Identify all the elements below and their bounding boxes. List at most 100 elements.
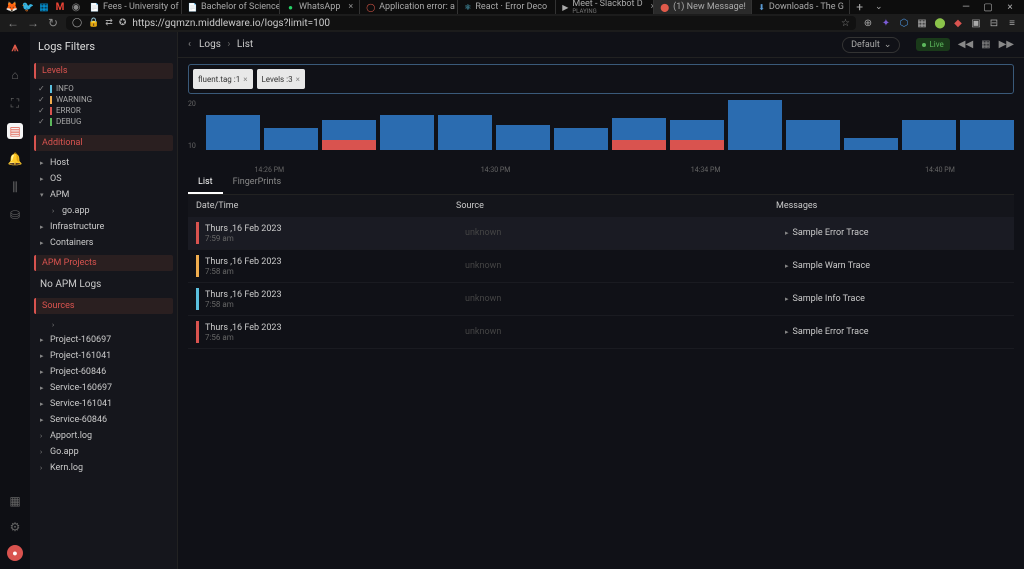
- td-message[interactable]: ▸Sample Error Trace: [785, 228, 869, 238]
- ext5-icon[interactable]: ⬤: [934, 17, 946, 29]
- source-item[interactable]: ▸Project-161041: [34, 348, 173, 364]
- section-additional[interactable]: Additional: [34, 135, 173, 151]
- grid-icon[interactable]: ▦: [7, 493, 23, 509]
- bar-group[interactable]: [438, 115, 492, 150]
- source-item[interactable]: ▸Project-60846: [34, 364, 173, 380]
- tree-item-os[interactable]: ▸OS: [34, 171, 173, 187]
- bar-group[interactable]: [960, 120, 1014, 150]
- nav-reload-icon[interactable]: ↻: [46, 16, 60, 30]
- forward-icon[interactable]: ▶▶: [999, 39, 1014, 50]
- section-levels[interactable]: Levels: [34, 63, 173, 79]
- source-item[interactable]: ▸Service-161041: [34, 396, 173, 412]
- gear-icon[interactable]: ⚙: [7, 519, 23, 535]
- logo-icon[interactable]: ⩚: [12, 40, 19, 55]
- minimize-icon[interactable]: —: [958, 2, 974, 13]
- default-dropdown[interactable]: Default⌄: [842, 37, 900, 53]
- bookmark-icon[interactable]: ☆: [841, 18, 850, 29]
- expand-icon[interactable]: ▸: [785, 262, 789, 270]
- level-item-warning[interactable]: ✓WARNING: [38, 94, 169, 105]
- tab-overflow-icon[interactable]: ⌄: [869, 2, 889, 12]
- avatar[interactable]: ●: [7, 545, 23, 561]
- expand-icon[interactable]: ▸: [785, 295, 789, 303]
- twitter-icon[interactable]: 🐦: [21, 0, 35, 14]
- bar-group[interactable]: [670, 120, 724, 150]
- url-field[interactable]: ◯ 🔒 ⇄ ✪ https://gqmzn.middleware.io/logs…: [66, 16, 856, 30]
- menu-icon[interactable]: ≡: [1006, 17, 1018, 29]
- table-row[interactable]: Thurs ,16 Feb 20237:56 amunknown▸Sample …: [188, 316, 1014, 349]
- level-item-error[interactable]: ✓ERROR: [38, 105, 169, 116]
- ext7-icon[interactable]: ▣: [970, 17, 982, 29]
- tab-list[interactable]: List: [188, 172, 223, 194]
- maximize-icon[interactable]: ▢: [980, 2, 996, 13]
- source-item[interactable]: ▸Service-60846: [34, 412, 173, 428]
- source-item[interactable]: ▸Service-160697: [34, 380, 173, 396]
- chip-remove-icon[interactable]: ×: [296, 75, 300, 84]
- filter-chip[interactable]: fluent.tag :1×: [193, 69, 253, 89]
- bar-group[interactable]: [612, 118, 666, 151]
- bar-group[interactable]: [206, 115, 260, 150]
- library-icon[interactable]: ⊟: [988, 17, 1000, 29]
- table-row[interactable]: Thurs ,16 Feb 20237:58 amunknown▸Sample …: [188, 250, 1014, 283]
- bar-group[interactable]: [786, 120, 840, 150]
- th-messages[interactable]: Messages: [776, 201, 817, 211]
- gmail-icon[interactable]: M: [53, 0, 67, 14]
- tree-item-infra[interactable]: ▸Infrastructure: [34, 219, 173, 235]
- nav-fwd-icon[interactable]: →: [26, 16, 40, 30]
- th-date[interactable]: Date/Time: [196, 201, 456, 211]
- browser-tab[interactable]: ▶Meet - Slackbot DPLAYING×: [556, 0, 654, 14]
- tree-item-host[interactable]: ▸Host: [34, 155, 173, 171]
- browser-tab[interactable]: ⚛React · Error Deco×: [458, 0, 556, 14]
- ext2-icon[interactable]: ✦: [880, 17, 892, 29]
- section-sources[interactable]: Sources: [34, 298, 173, 314]
- bar-group[interactable]: [264, 128, 318, 151]
- bell-icon[interactable]: 🔔: [7, 151, 23, 167]
- browser-tab[interactable]: ●WhatsApp×: [280, 0, 360, 14]
- source-item[interactable]: ›Go.app: [34, 444, 173, 460]
- table-row[interactable]: Thurs ,16 Feb 20237:58 amunknown▸Sample …: [188, 283, 1014, 316]
- bar-group[interactable]: [844, 138, 898, 151]
- firefox-icon[interactable]: 🦊: [5, 0, 19, 14]
- filter-input[interactable]: fluent.tag :1× Levels :3×: [188, 64, 1014, 94]
- shield-icon[interactable]: ◯: [72, 18, 82, 28]
- tree-subitem-goapp[interactable]: ›go.app: [34, 203, 173, 219]
- level-item-debug[interactable]: ✓DEBUG: [38, 116, 169, 127]
- table-row[interactable]: Thurs ,16 Feb 20237:59 amunknown▸Sample …: [188, 217, 1014, 250]
- db-icon[interactable]: ⛁: [7, 207, 23, 223]
- nav-back-icon[interactable]: ←: [6, 16, 20, 30]
- tree-item-apm[interactable]: ▾APM: [34, 187, 173, 203]
- tree-empty[interactable]: ›: [34, 318, 173, 332]
- calendar-icon[interactable]: ▦: [981, 39, 990, 50]
- nodes-icon[interactable]: ⛶: [7, 95, 23, 111]
- logs-icon[interactable]: ▤: [7, 123, 23, 139]
- source-item[interactable]: ▸Project-160697: [34, 332, 173, 348]
- app-icon[interactable]: ◉: [69, 0, 83, 14]
- browser-tab[interactable]: ⬇Downloads - The G×: [752, 0, 850, 14]
- browser-tab[interactable]: 📄Bachelor of Science×: [182, 0, 280, 14]
- tree-item-containers[interactable]: ▸Containers: [34, 235, 173, 251]
- home-icon[interactable]: ⌂: [7, 67, 23, 83]
- ext1-icon[interactable]: ⊕: [862, 17, 874, 29]
- close-icon[interactable]: ×: [1002, 2, 1018, 13]
- chip-remove-icon[interactable]: ×: [243, 75, 247, 84]
- td-message[interactable]: ▸Sample Error Trace: [785, 327, 869, 337]
- ext6-icon[interactable]: ◆: [952, 17, 964, 29]
- browser-tab[interactable]: ◯Application error: a×: [360, 0, 458, 14]
- bar-group[interactable]: [728, 100, 782, 150]
- ext3-icon[interactable]: ⬡: [898, 17, 910, 29]
- crumb-logs[interactable]: Logs: [199, 39, 221, 50]
- expand-icon[interactable]: ▸: [785, 229, 789, 237]
- bar-group[interactable]: [902, 120, 956, 150]
- source-item[interactable]: ›Apport.log: [34, 428, 173, 444]
- th-source[interactable]: Source: [456, 201, 776, 211]
- td-message[interactable]: ▸Sample Warn Trace: [785, 261, 870, 271]
- level-item-info[interactable]: ✓INFO: [38, 83, 169, 94]
- rewind-icon[interactable]: ◀◀: [958, 39, 973, 50]
- browser-tab[interactable]: 📄Fees - University of×: [84, 0, 182, 14]
- section-apm-projects[interactable]: APM Projects: [34, 255, 173, 271]
- source-item[interactable]: ›Kern.log: [34, 460, 173, 476]
- live-badge[interactable]: Live: [916, 38, 949, 51]
- td-message[interactable]: ▸Sample Info Trace: [785, 294, 865, 304]
- expand-icon[interactable]: ▸: [785, 328, 789, 336]
- filter-chip[interactable]: Levels :3×: [257, 69, 305, 89]
- back-icon[interactable]: ‹: [188, 39, 191, 50]
